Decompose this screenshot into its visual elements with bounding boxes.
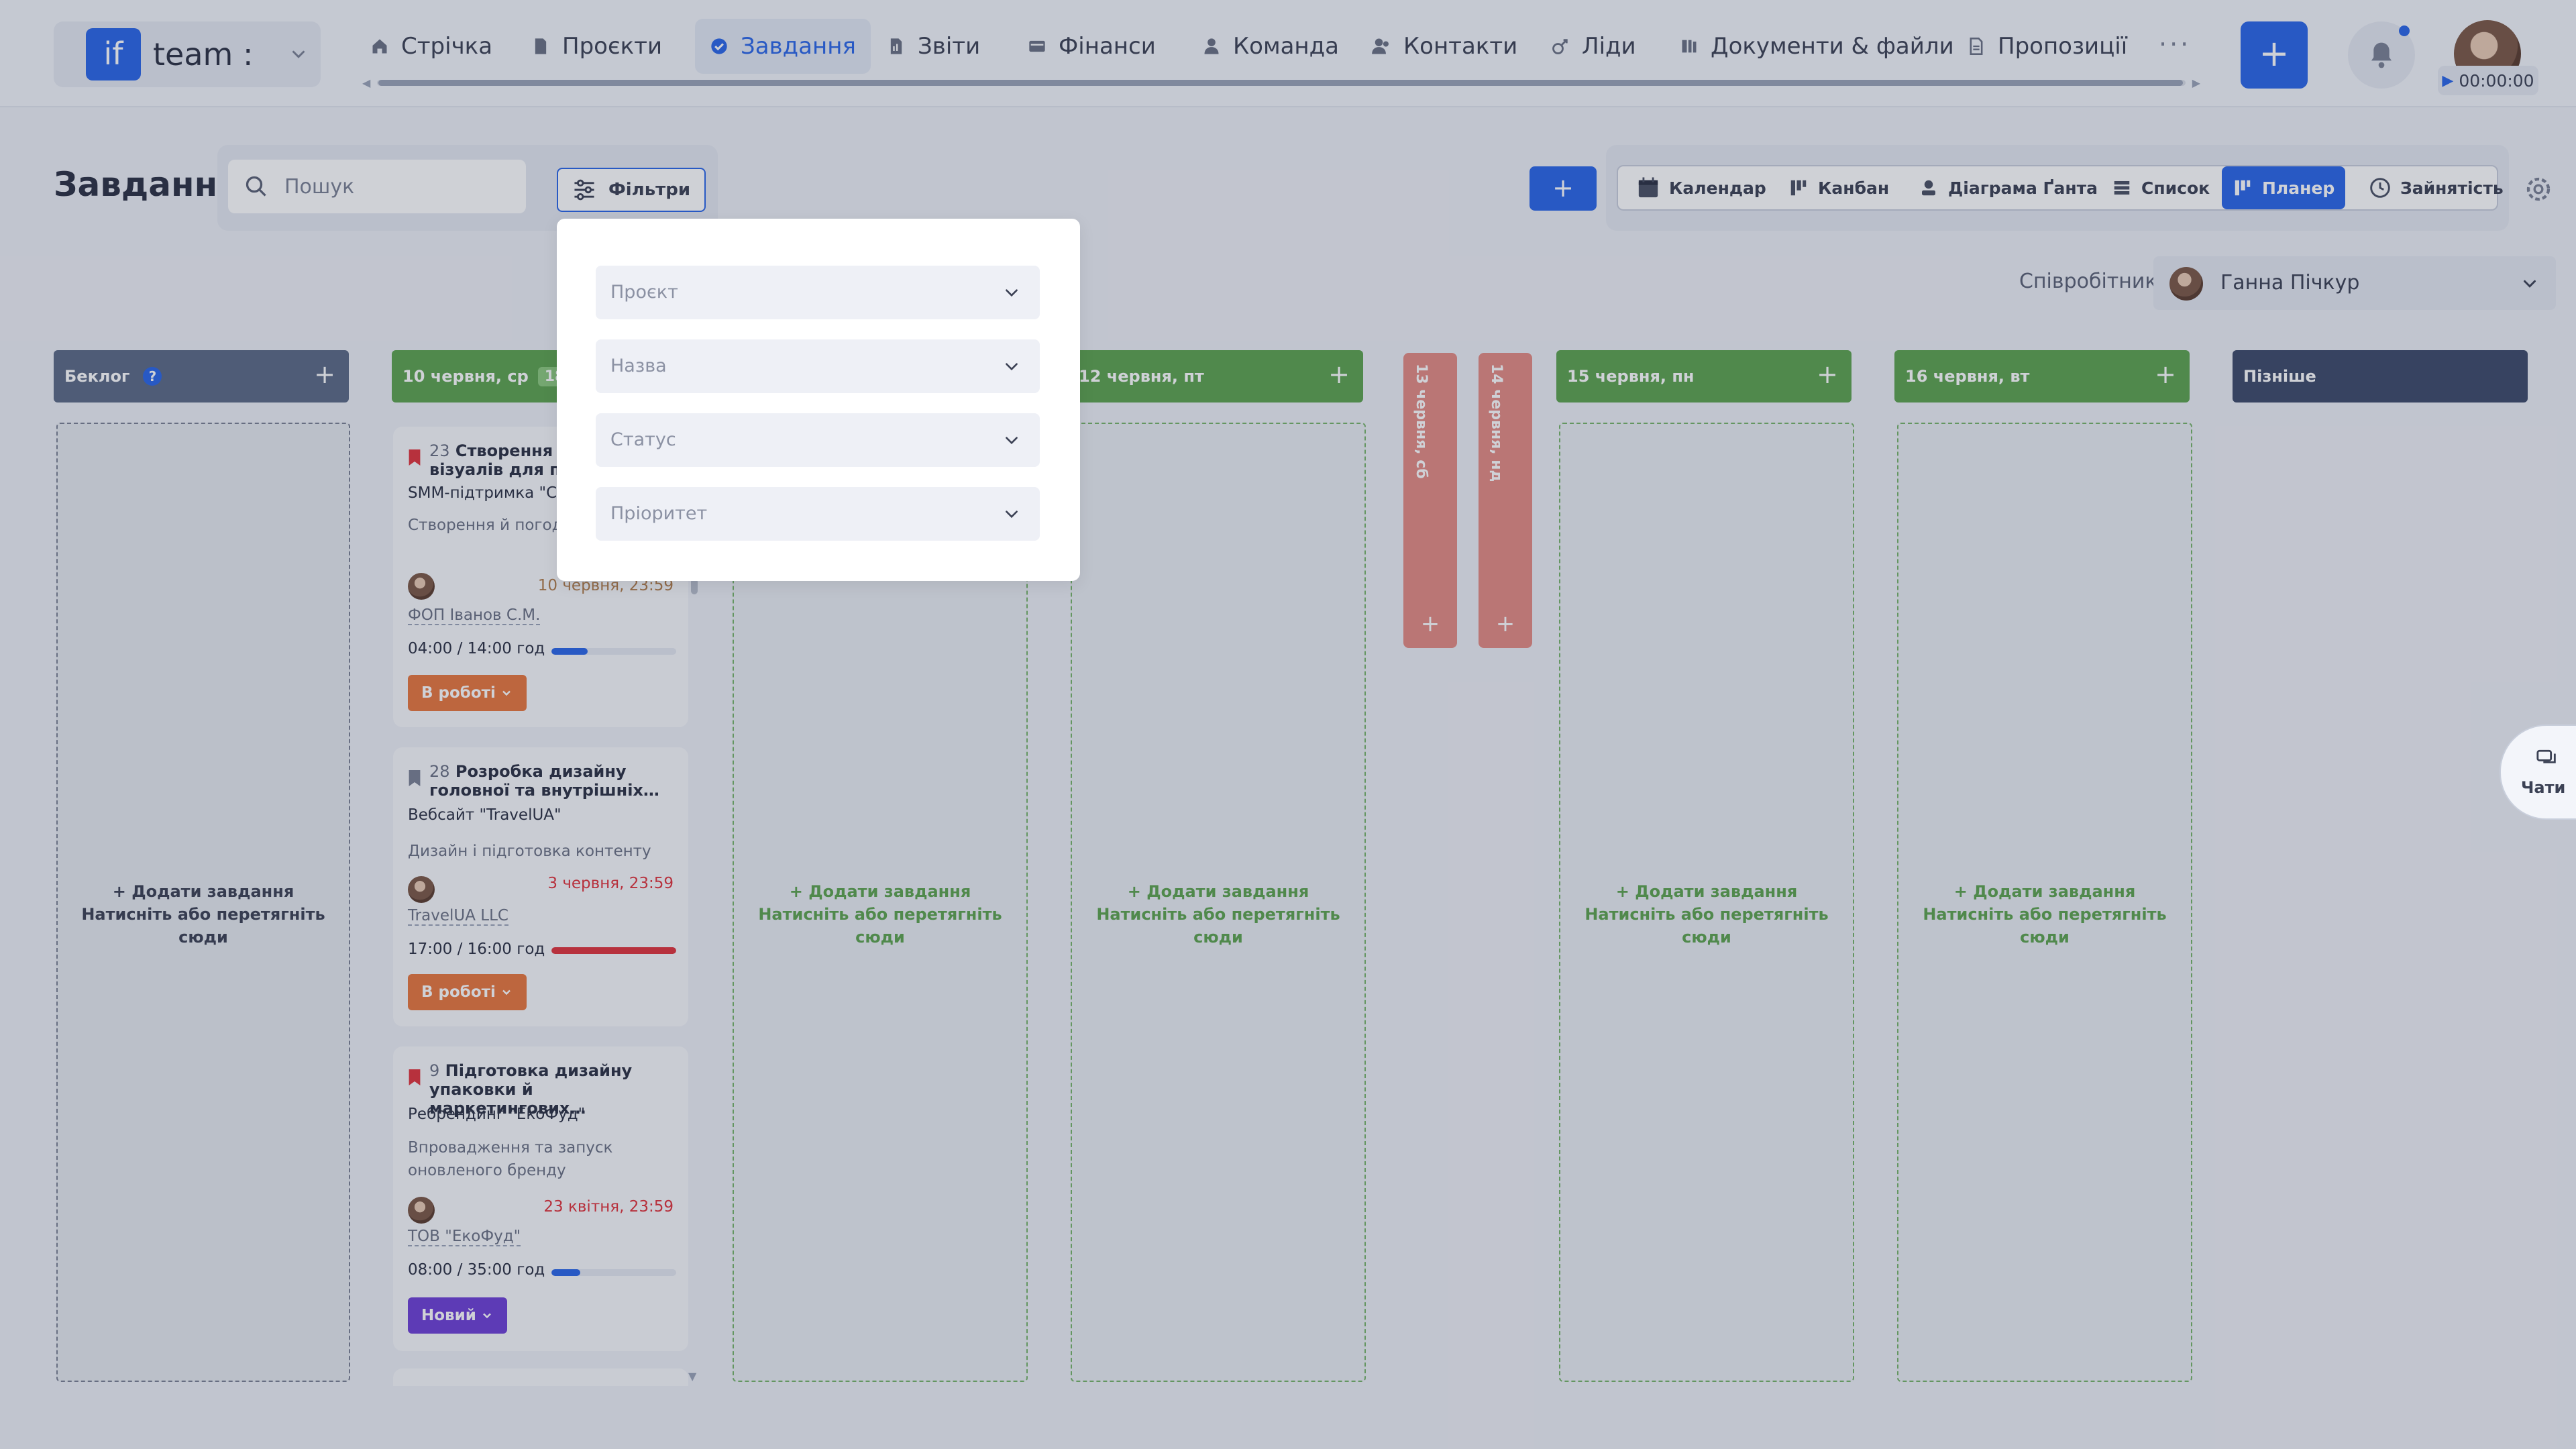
chevron-down-icon	[1006, 511, 1018, 519]
filter-name-select[interactable]: Назва	[596, 339, 1040, 393]
filter-priority-select[interactable]: Пріоритет	[596, 487, 1040, 541]
filter-project-select[interactable]: Проєкт	[596, 266, 1040, 319]
filter-placeholder: Пріоритет	[610, 503, 708, 524]
filter-placeholder: Статус	[610, 429, 676, 450]
filter-status-select[interactable]: Статус	[596, 413, 1040, 467]
filters-popup: Проєкт Назва Статус Пріоритет	[557, 219, 1080, 581]
chevron-down-icon	[1006, 437, 1018, 445]
chat-icon	[2536, 749, 2556, 763]
chevron-down-icon	[1006, 363, 1018, 371]
modal-backdrop[interactable]	[0, 0, 2576, 1449]
chats-label: Чати	[2521, 778, 2566, 797]
filter-placeholder: Проєкт	[610, 282, 678, 303]
chevron-down-icon	[1006, 289, 1018, 297]
filter-placeholder: Назва	[610, 356, 667, 376]
